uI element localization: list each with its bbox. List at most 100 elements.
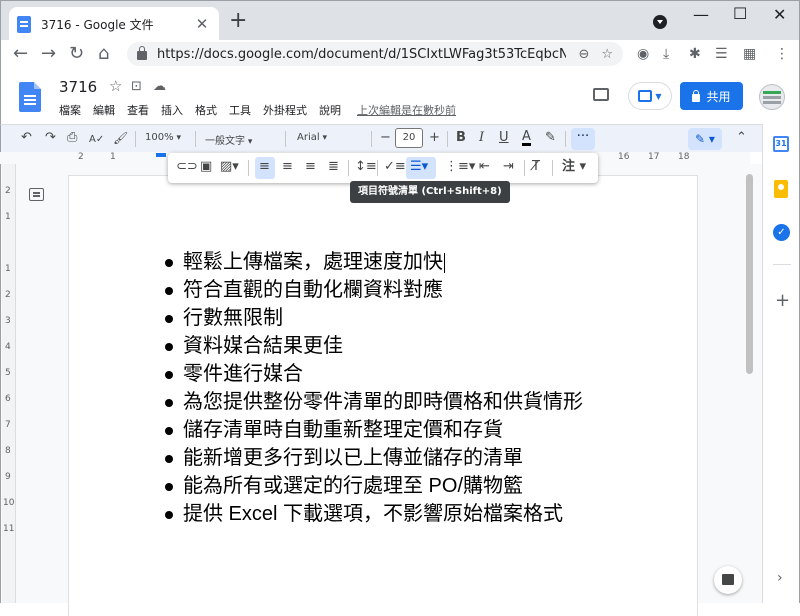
bulleted-list-tooltip: 項目符號清單 (Ctrl+Shift+8) [350,181,510,203]
underline-button[interactable]: U [499,130,509,146]
menu-insert[interactable]: 插入 [161,102,183,118]
link-icon[interactable]: ⊂⊃ [176,159,198,175]
extension-icon[interactable]: ◉ [637,46,649,62]
align-center-icon[interactable]: ≡ [282,159,293,175]
home-button[interactable]: ⌂ [98,44,109,64]
menu-file[interactable]: 檔案 [59,102,81,118]
last-edit-link[interactable]: 上次編輯是在數秒前 [357,102,456,118]
docs-logo-icon[interactable] [19,82,41,112]
meet-camera-icon [638,90,653,102]
list-item[interactable]: 資料媒合結果更佳 [165,332,583,360]
menu-view[interactable]: 查看 [127,102,149,118]
download-icon[interactable]: ⤓ [663,46,669,62]
input-tools-button[interactable]: 注 ▾ [562,159,586,175]
back-button[interactable]: ← [13,44,28,64]
list-item[interactable]: 零件進行媒合 [165,360,583,388]
menu-tools[interactable]: 工具 [229,102,251,118]
zoom-icon[interactable]: ⊖ [578,47,589,62]
share-button[interactable]: 共用 [680,82,743,110]
list-item[interactable]: 提供 Excel 下載選項，不影響原始檔案格式 [165,500,583,528]
comment-history-icon[interactable] [593,88,609,101]
explore-button[interactable] [714,566,742,594]
account-avatar[interactable] [759,84,785,110]
url-text[interactable]: https://docs.google.com/document/d/1SCIx… [157,47,566,62]
keep-icon[interactable] [774,180,788,198]
forward-button[interactable]: → [41,44,56,64]
spellcheck-icon[interactable]: A✓ [89,132,104,148]
indent-marker[interactable] [156,153,166,157]
clear-formatting-icon[interactable]: T̸ [532,159,540,175]
lock-icon[interactable] [137,46,147,60]
bookmark-star-icon[interactable]: ☆ [601,47,613,62]
collapse-menus-icon[interactable]: ⌃ [736,130,747,145]
decrease-indent-icon[interactable]: ⇤ [479,159,490,175]
browser-menu-icon[interactable]: ⋮ [775,46,789,62]
align-justify-icon[interactable]: ≣ [328,159,339,175]
minimize-button[interactable]: — [693,5,709,24]
list-item[interactable]: 為您提供整份零件清單的即時價格和供貨情形 [165,388,583,416]
italic-button[interactable]: I [479,130,484,146]
menu-edit[interactable]: 編輯 [93,102,115,118]
document-canvas: 2 1 1 2 3 4 5 6 7 8 9 10 11 輕鬆上傳檔案，處理速度加… [0,164,762,616]
list-item[interactable]: 行數無限制 [165,304,583,332]
document-title[interactable]: 3716 [59,78,97,96]
browser-tab[interactable]: 3716 - Google 文件 ✕ [9,7,219,41]
maximize-button[interactable]: ☐ [733,4,747,23]
line-spacing-icon[interactable]: ↕≡ [355,159,377,175]
profile-avatar-icon[interactable]: ▦ [743,46,756,62]
font-select[interactable]: Arial [297,132,327,143]
list-item[interactable]: 儲存清單時自動重新整理定價和存貨 [165,416,583,444]
new-tab-button[interactable]: + [229,10,247,32]
tab-close-icon[interactable]: ✕ [193,15,211,33]
paragraph-style-select[interactable]: 一般文字 [205,132,252,147]
star-icon[interactable]: ☆ [109,77,122,95]
vertical-ruler[interactable]: 2 1 1 2 3 4 5 6 7 8 9 10 11 [2,164,16,603]
increase-indent-icon[interactable]: ⇥ [503,159,514,175]
close-window-button[interactable]: ✕ [773,5,786,24]
reload-button[interactable]: ↻ [69,44,84,64]
tab-search-icon[interactable] [653,15,667,29]
reading-list-icon[interactable]: ☰ [715,46,728,62]
menu-format[interactable]: 格式 [195,102,217,118]
align-left-icon[interactable]: ≡ [259,159,270,175]
tasks-icon[interactable]: ✓ [773,224,790,241]
bulleted-list-icon[interactable]: ☰▾ [410,159,428,175]
increase-font-size-button[interactable]: + [429,130,440,146]
redo-icon[interactable]: ↷ [45,130,56,146]
text-cursor [444,252,445,273]
meet-button[interactable]: ▼ [628,82,672,110]
document-outline-icon[interactable] [29,188,44,201]
list-item[interactable]: 能為所有或選定的行處理至 PO/購物籃 [165,472,583,500]
undo-icon[interactable]: ↶ [21,130,32,146]
add-comment-icon[interactable]: ▣ [200,159,212,175]
vertical-scrollbar[interactable] [746,174,753,374]
print-icon[interactable]: ⎙ [67,130,77,146]
checklist-icon[interactable]: ✓≡ [384,159,406,175]
cloud-saved-icon[interactable]: ☁ [153,79,166,94]
document-page[interactable]: 輕鬆上傳檔案，處理速度加快 符合直觀的自動化欄資料對應 行數無限制 資料媒合結果… [69,176,697,616]
list-item[interactable]: 能新增更多行到以已上傳並儲存的清單 [165,444,583,472]
list-item[interactable]: 符合直觀的自動化欄資料對應 [165,276,583,304]
omnibox[interactable]: https://docs.google.com/document/d/1SCIx… [127,42,623,66]
menu-addons[interactable]: 外掛程式 [263,102,307,118]
editing-mode-button[interactable]: ✎ ▾ [688,128,722,150]
insert-image-icon[interactable]: ▨▾ [220,159,239,175]
align-right-icon[interactable]: ≡ [305,159,316,175]
bullet-list[interactable]: 輕鬆上傳檔案，處理速度加快 符合直觀的自動化欄資料對應 行數無限制 資料媒合結果… [165,248,583,528]
paint-format-icon[interactable]: 🖌 [113,130,128,146]
highlight-pen-icon[interactable]: ✎ [545,130,556,146]
menu-help[interactable]: 說明 [319,102,341,118]
more-options-button[interactable]: ··· [571,128,595,150]
calendar-icon[interactable]: 31 [773,136,789,152]
font-size-input[interactable]: 20 [395,128,423,148]
extensions-puzzle-icon[interactable]: ✱ [689,46,701,62]
get-addons-icon[interactable]: + [775,290,790,311]
text-color-button[interactable]: A [522,130,531,146]
numbered-list-icon[interactable]: ⋮≡▾ [445,159,475,175]
list-item[interactable]: 輕鬆上傳檔案，處理速度加快 [165,248,583,276]
move-folder-icon[interactable]: ⊡ [131,79,142,94]
zoom-select[interactable]: 100% [145,132,181,143]
chevron-right-icon[interactable]: › [777,570,783,586]
decrease-font-size-button[interactable]: − [380,130,391,146]
bold-button[interactable]: B [456,130,466,146]
